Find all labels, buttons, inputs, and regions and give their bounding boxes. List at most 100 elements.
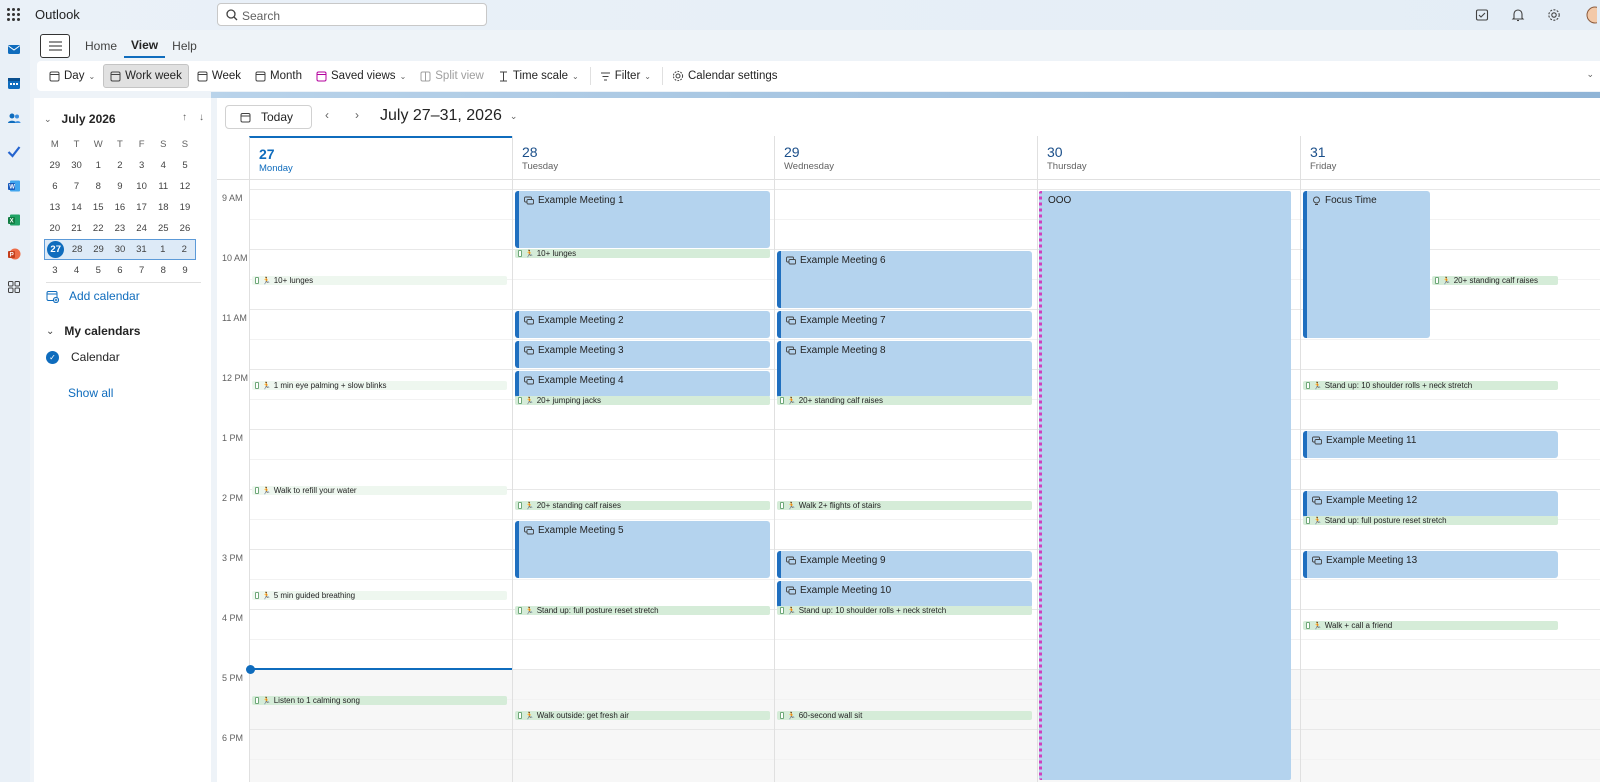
mini-calendar-day[interactable]: 8	[87, 181, 109, 192]
previous-month-arrow-icon[interactable]: ↑	[182, 112, 187, 123]
mini-calendar-day[interactable]: 30	[109, 244, 130, 255]
mini-calendar-day[interactable]: 27	[45, 241, 66, 258]
task-checkbox[interactable]	[780, 397, 784, 404]
day-view-button[interactable]: Day ⌄	[43, 64, 101, 88]
wellbeing-task[interactable]: 🏃 20+ standing calf raises	[515, 501, 770, 510]
app-launcher-icon[interactable]	[7, 8, 21, 22]
calendar-event[interactable]: Example Meeting 10	[777, 581, 1032, 608]
checkmark-icon[interactable]: ✓	[46, 350, 59, 364]
split-view-button[interactable]: Split view	[414, 64, 490, 88]
my-day-icon[interactable]	[1472, 5, 1492, 25]
wellbeing-task[interactable]: 🏃 20+ standing calf raises	[1432, 276, 1558, 285]
task-checkbox[interactable]	[518, 250, 522, 257]
mini-calendar-day[interactable]: 1	[87, 160, 109, 171]
day-header[interactable]: 28 Tuesday	[512, 136, 775, 180]
wellbeing-task[interactable]: 🏃 10+ lunges	[252, 276, 507, 285]
calendar-event[interactable]: Example Meeting 3	[515, 341, 770, 368]
task-checkbox[interactable]	[255, 487, 259, 494]
task-checkbox[interactable]	[1435, 277, 1439, 284]
mini-calendar-day[interactable]: 23	[109, 223, 131, 234]
mini-calendar-day[interactable]: 7	[131, 265, 153, 276]
calendar-event[interactable]: Example Meeting 13	[1303, 551, 1558, 578]
task-checkbox[interactable]	[255, 382, 259, 389]
mini-calendar-day[interactable]: 5	[174, 160, 196, 171]
mini-calendar-day[interactable]: 21	[66, 223, 88, 234]
task-checkbox[interactable]	[1306, 622, 1310, 629]
mini-calendar-day[interactable]: 3	[44, 265, 66, 276]
mini-calendar-day[interactable]: 3	[131, 160, 153, 171]
calendar-event[interactable]: Example Meeting 1	[515, 191, 770, 248]
task-checkbox[interactable]	[780, 502, 784, 509]
task-checkbox[interactable]	[780, 712, 784, 719]
next-month-arrow-icon[interactable]: ↓	[199, 112, 204, 123]
search-input[interactable]: Search	[217, 3, 487, 26]
calendar-event[interactable]: Example Meeting 9	[777, 551, 1032, 578]
mini-calendar-day[interactable]: 17	[131, 202, 153, 213]
wellbeing-task[interactable]: 🏃 20+ standing calf raises	[777, 396, 1032, 405]
month-view-button[interactable]: Month	[249, 64, 308, 88]
add-calendar-button[interactable]: Add calendar	[46, 282, 201, 303]
mini-calendar-day[interactable]: 16	[109, 202, 131, 213]
excel-icon[interactable]: X	[5, 211, 23, 229]
word-icon[interactable]: W	[5, 177, 23, 195]
mini-calendar-day[interactable]: 29	[44, 160, 66, 171]
filter-button[interactable]: Filter ⌄	[594, 64, 657, 88]
task-checkbox[interactable]	[1306, 382, 1310, 389]
calendar-app-icon[interactable]	[5, 74, 23, 92]
task-checkbox[interactable]	[518, 502, 522, 509]
calendar-event[interactable]: Example Meeting 5	[515, 521, 770, 578]
task-checkbox[interactable]	[518, 607, 522, 614]
date-range-picker[interactable]: July 27–31, 2026 ⌄	[380, 107, 517, 125]
mini-calendar-month[interactable]: July 2026	[62, 112, 116, 126]
day-header[interactable]: 29 Wednesday	[774, 136, 1037, 180]
wellbeing-task[interactable]: 🏃 5 min guided breathing	[252, 591, 507, 600]
wellbeing-task[interactable]: 🏃 10+ lunges	[515, 249, 770, 258]
task-checkbox[interactable]	[255, 592, 259, 599]
avatar[interactable]	[1580, 5, 1600, 25]
mini-calendar-day[interactable]: 5	[87, 265, 109, 276]
today-button[interactable]: Today	[225, 105, 312, 129]
collapse-mini-calendar-chevron-icon[interactable]: ⌄	[44, 114, 52, 125]
task-checkbox[interactable]	[780, 607, 784, 614]
wellbeing-task[interactable]: 🏃 1 min eye palming + slow blinks	[252, 381, 507, 390]
out-of-office-event[interactable]: OOO	[1039, 191, 1291, 780]
mini-calendar-day[interactable]: 15	[87, 202, 109, 213]
mini-calendar-day[interactable]: 14	[66, 202, 88, 213]
wellbeing-task[interactable]: 🏃 Walk 2+ flights of stairs	[777, 501, 1032, 510]
mini-calendar-day[interactable]: 11	[152, 181, 174, 192]
tab-home[interactable]: Home	[78, 35, 124, 57]
day-header[interactable]: 27 Monday	[249, 136, 512, 180]
hamburger-menu-icon[interactable]	[40, 34, 70, 58]
mini-calendar-day[interactable]: 2	[174, 244, 195, 255]
wellbeing-task[interactable]: 🏃 Walk + call a friend	[1303, 621, 1558, 630]
wellbeing-task[interactable]: 🏃 Stand up: 10 shoulder rolls + neck stre…	[777, 606, 1032, 615]
work-week-view-button[interactable]: Work week	[103, 64, 189, 88]
task-checkbox[interactable]	[518, 397, 522, 404]
mini-calendar-day[interactable]: 8	[152, 265, 174, 276]
task-checkbox[interactable]	[255, 697, 259, 704]
mini-calendar-day[interactable]: 30	[66, 160, 88, 171]
more-apps-icon[interactable]	[5, 278, 23, 296]
mini-calendar-day[interactable]: 9	[109, 181, 131, 192]
calendar-event[interactable]: Example Meeting 4	[515, 371, 770, 398]
mini-calendar-day[interactable]: 13	[44, 202, 66, 213]
calendar-event[interactable]: Example Meeting 2	[515, 311, 770, 338]
wellbeing-task[interactable]: 🏃 Walk to refill your water	[252, 486, 507, 495]
next-week-chevron-icon[interactable]: ›	[355, 108, 359, 122]
notifications-bell-icon[interactable]	[1508, 5, 1528, 25]
day-header[interactable]: 31 Friday	[1300, 136, 1563, 180]
mini-calendar-day[interactable]: 25	[152, 223, 174, 234]
wellbeing-task[interactable]: 🏃 Walk outside: get fresh air	[515, 711, 770, 720]
calendar-event[interactable]: Example Meeting 6	[777, 251, 1032, 308]
mini-calendar-day[interactable]: 7	[66, 181, 88, 192]
tab-view[interactable]: View	[124, 34, 166, 58]
mini-calendar-day[interactable]: 20	[44, 223, 66, 234]
wellbeing-task[interactable]: 🏃 Stand up: full posture reset stretch	[1303, 516, 1558, 525]
mini-calendar-day[interactable]: 19	[174, 202, 196, 213]
calendar-event[interactable]: Example Meeting 7	[777, 311, 1032, 338]
tab-help[interactable]: Help	[165, 35, 204, 57]
mini-calendar-day[interactable]: 29	[88, 244, 109, 255]
mini-calendar-day[interactable]: 24	[131, 223, 153, 234]
focus-time-event[interactable]: Focus Time	[1303, 191, 1430, 338]
time-scale-button[interactable]: Time scale ⌄	[492, 64, 585, 88]
